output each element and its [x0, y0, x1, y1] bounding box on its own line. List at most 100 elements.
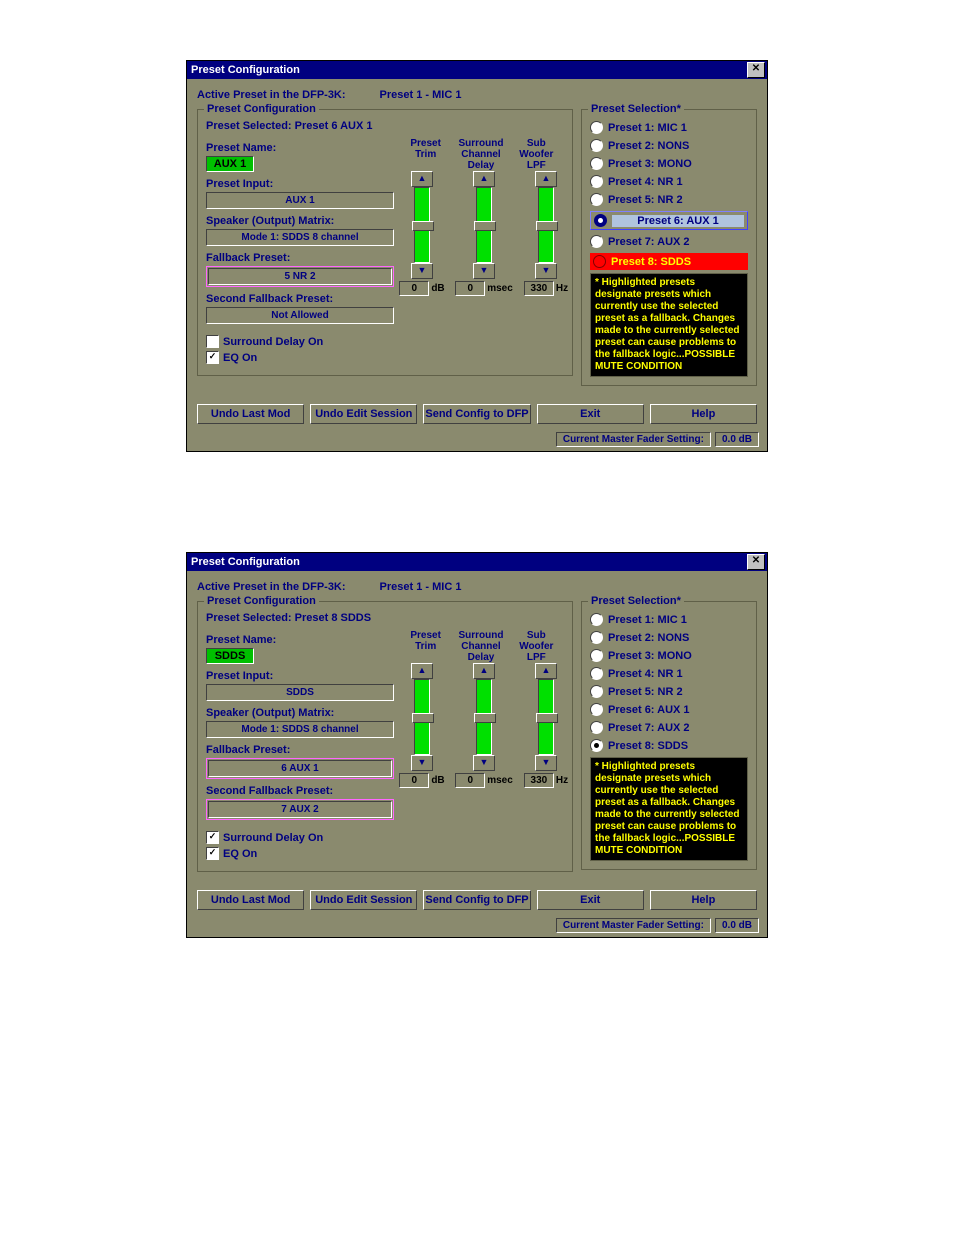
matrix-field[interactable]: Mode 1: SDDS 8 channel	[206, 721, 394, 738]
button-row: Undo Last Mod Undo Edit Session Send Confi…	[187, 884, 767, 916]
group-legend: Preset Selection*	[588, 595, 684, 607]
matrix-label: Speaker (Output) Matrix:	[206, 707, 394, 719]
preset-trim-value[interactable]: 0	[399, 773, 429, 788]
close-icon[interactable]: ✕	[747, 554, 765, 570]
close-icon[interactable]: ✕	[747, 62, 765, 78]
preset-trim-value[interactable]: 0	[399, 281, 429, 296]
surround-delay-value[interactable]: 0	[455, 773, 485, 788]
preset-radio[interactable]: Preset 4: NR 1	[590, 175, 748, 188]
button-undo-edit-session[interactable]: Undo Edit Session	[310, 890, 417, 910]
checkbox-label: EQ On	[223, 848, 257, 860]
arrow-down-icon[interactable]: ▼	[535, 755, 557, 771]
button-help[interactable]: Help	[650, 404, 757, 424]
titlebar[interactable]: Preset Configuration ✕	[187, 553, 767, 571]
slider-thumb[interactable]	[536, 221, 558, 231]
arrow-up-icon[interactable]: ▲	[535, 663, 557, 679]
button-undo-edit-session[interactable]: Undo Edit Session	[310, 404, 417, 424]
sub-lpf-slider[interactable]: ▲ ▼ 330Hz	[528, 663, 564, 788]
eq-on-checkbox[interactable]: ✓EQ On	[206, 847, 394, 860]
button-undo-last-mod[interactable]: Undo Last Mod	[197, 890, 304, 910]
arrow-up-icon[interactable]: ▲	[411, 171, 433, 187]
preset-input-field[interactable]: SDDS	[206, 684, 394, 701]
preset-radio[interactable]: Preset 5: NR 2	[590, 193, 748, 206]
radio-label: Preset 6: AUX 1	[612, 215, 744, 227]
checkbox-label: Surround Delay On	[223, 832, 323, 844]
eq-on-checkbox[interactable]: ✓EQ On	[206, 351, 394, 364]
slider-thumb[interactable]	[412, 713, 434, 723]
surround-delay-slider[interactable]: ▲ ▼ 0msec	[466, 171, 502, 296]
matrix-field[interactable]: Mode 1: SDDS 8 channel	[206, 229, 394, 246]
arrow-up-icon[interactable]: ▲	[473, 171, 495, 187]
radio-label: Preset 1: MIC 1	[608, 614, 687, 626]
preset-radio[interactable]: Preset 3: MONO	[590, 649, 748, 662]
preset-radio[interactable]: Preset 7: AUX 2	[590, 235, 748, 248]
group-legend: Preset Configuration	[204, 103, 319, 115]
preset-trim-slider[interactable]: ▲ ▼ 0dB	[404, 171, 440, 296]
preset-radio[interactable]: Preset 7: AUX 2	[590, 721, 748, 734]
arrow-down-icon[interactable]: ▼	[473, 755, 495, 771]
preset-radio[interactable]: Preset 1: MIC 1	[590, 121, 748, 134]
button-exit[interactable]: Exit	[537, 404, 644, 424]
group-legend: Preset Configuration	[204, 595, 319, 607]
button-undo-last-mod[interactable]: Undo Last Mod	[197, 404, 304, 424]
column-headers: PresetTrim SurroundChannelDelay SubWoofe…	[398, 138, 564, 171]
button-help[interactable]: Help	[650, 890, 757, 910]
preset-radio[interactable]: Preset 3: MONO	[590, 157, 748, 170]
checkbox-icon	[206, 335, 219, 348]
arrow-up-icon[interactable]: ▲	[535, 171, 557, 187]
preset-name-input[interactable]: SDDS	[206, 648, 254, 664]
preset-name-input[interactable]: AUX 1	[206, 156, 254, 172]
radio-icon	[590, 703, 603, 716]
radio-icon	[590, 157, 603, 170]
slider-thumb[interactable]	[474, 221, 496, 231]
preset-radio[interactable]: Preset 4: NR 1	[590, 667, 748, 680]
sub-lpf-value[interactable]: 330	[524, 281, 554, 296]
second-fallback-field[interactable]: Not Allowed	[206, 307, 394, 324]
preset-radio[interactable]: Preset 2: NONS	[590, 631, 748, 644]
preset-radio[interactable]: Preset 6: AUX 1	[590, 703, 748, 716]
preset-input-label: Preset Input:	[206, 670, 394, 682]
radio-label: Preset 3: MONO	[608, 158, 692, 170]
button-row: Undo Last Mod Undo Edit Session Send Confi…	[187, 398, 767, 430]
surround-delay-value[interactable]: 0	[455, 281, 485, 296]
arrow-down-icon[interactable]: ▼	[411, 755, 433, 771]
surround-delay-slider[interactable]: ▲ ▼ 0msec	[466, 663, 502, 788]
surround-delay-checkbox[interactable]: ✓Surround Delay On	[206, 831, 394, 844]
preset-radio[interactable]: Preset 2: NONS	[590, 139, 748, 152]
second-fallback-label: Second Fallback Preset:	[206, 293, 394, 305]
slider-thumb[interactable]	[474, 713, 496, 723]
second-fallback-field[interactable]: 7 AUX 2	[208, 801, 392, 818]
radio-icon	[590, 739, 603, 752]
arrow-down-icon[interactable]: ▼	[411, 263, 433, 279]
arrow-up-icon[interactable]: ▲	[411, 663, 433, 679]
preset-trim-slider[interactable]: ▲ ▼ 0dB	[404, 663, 440, 788]
preset-radio[interactable]: Preset 1: MIC 1	[590, 613, 748, 626]
sub-lpf-slider[interactable]: ▲ ▼ 330Hz	[528, 171, 564, 296]
preset-radio[interactable]: Preset 8: SDDS	[590, 739, 748, 752]
slider-thumb[interactable]	[412, 221, 434, 231]
arrow-down-icon[interactable]: ▼	[473, 263, 495, 279]
preset-config-window: Preset Configuration ✕ Active Preset in …	[186, 60, 768, 452]
active-preset: Active Preset in the DFP-3K:Preset 1 - M…	[197, 581, 757, 593]
preset-radio[interactable]: Preset 5: NR 2	[590, 685, 748, 698]
matrix-label: Speaker (Output) Matrix:	[206, 215, 394, 227]
fallback-field[interactable]: 5 NR 2	[208, 268, 392, 285]
fallback-field[interactable]: 6 AUX 1	[208, 760, 392, 777]
button-exit[interactable]: Exit	[537, 890, 644, 910]
preset-radio[interactable]: Preset 6: AUX 1	[590, 211, 748, 230]
radio-label: Preset 3: MONO	[608, 650, 692, 662]
preset-selection-group: Preset Selection* Preset 1: MIC 1Preset …	[581, 109, 757, 386]
checkbox-icon: ✓	[206, 351, 219, 364]
preset-input-field[interactable]: AUX 1	[206, 192, 394, 209]
surround-delay-unit: msec	[487, 775, 513, 786]
radio-icon	[593, 255, 606, 268]
button-send-config-to-dfp[interactable]: Send Config to DFP	[423, 890, 530, 910]
arrow-up-icon[interactable]: ▲	[473, 663, 495, 679]
arrow-down-icon[interactable]: ▼	[535, 263, 557, 279]
sub-lpf-value[interactable]: 330	[524, 773, 554, 788]
surround-delay-checkbox[interactable]: Surround Delay On	[206, 335, 394, 348]
preset-radio[interactable]: Preset 8: SDDS	[590, 253, 748, 270]
button-send-config-to-dfp[interactable]: Send Config to DFP	[423, 404, 530, 424]
titlebar[interactable]: Preset Configuration ✕	[187, 61, 767, 79]
slider-thumb[interactable]	[536, 713, 558, 723]
